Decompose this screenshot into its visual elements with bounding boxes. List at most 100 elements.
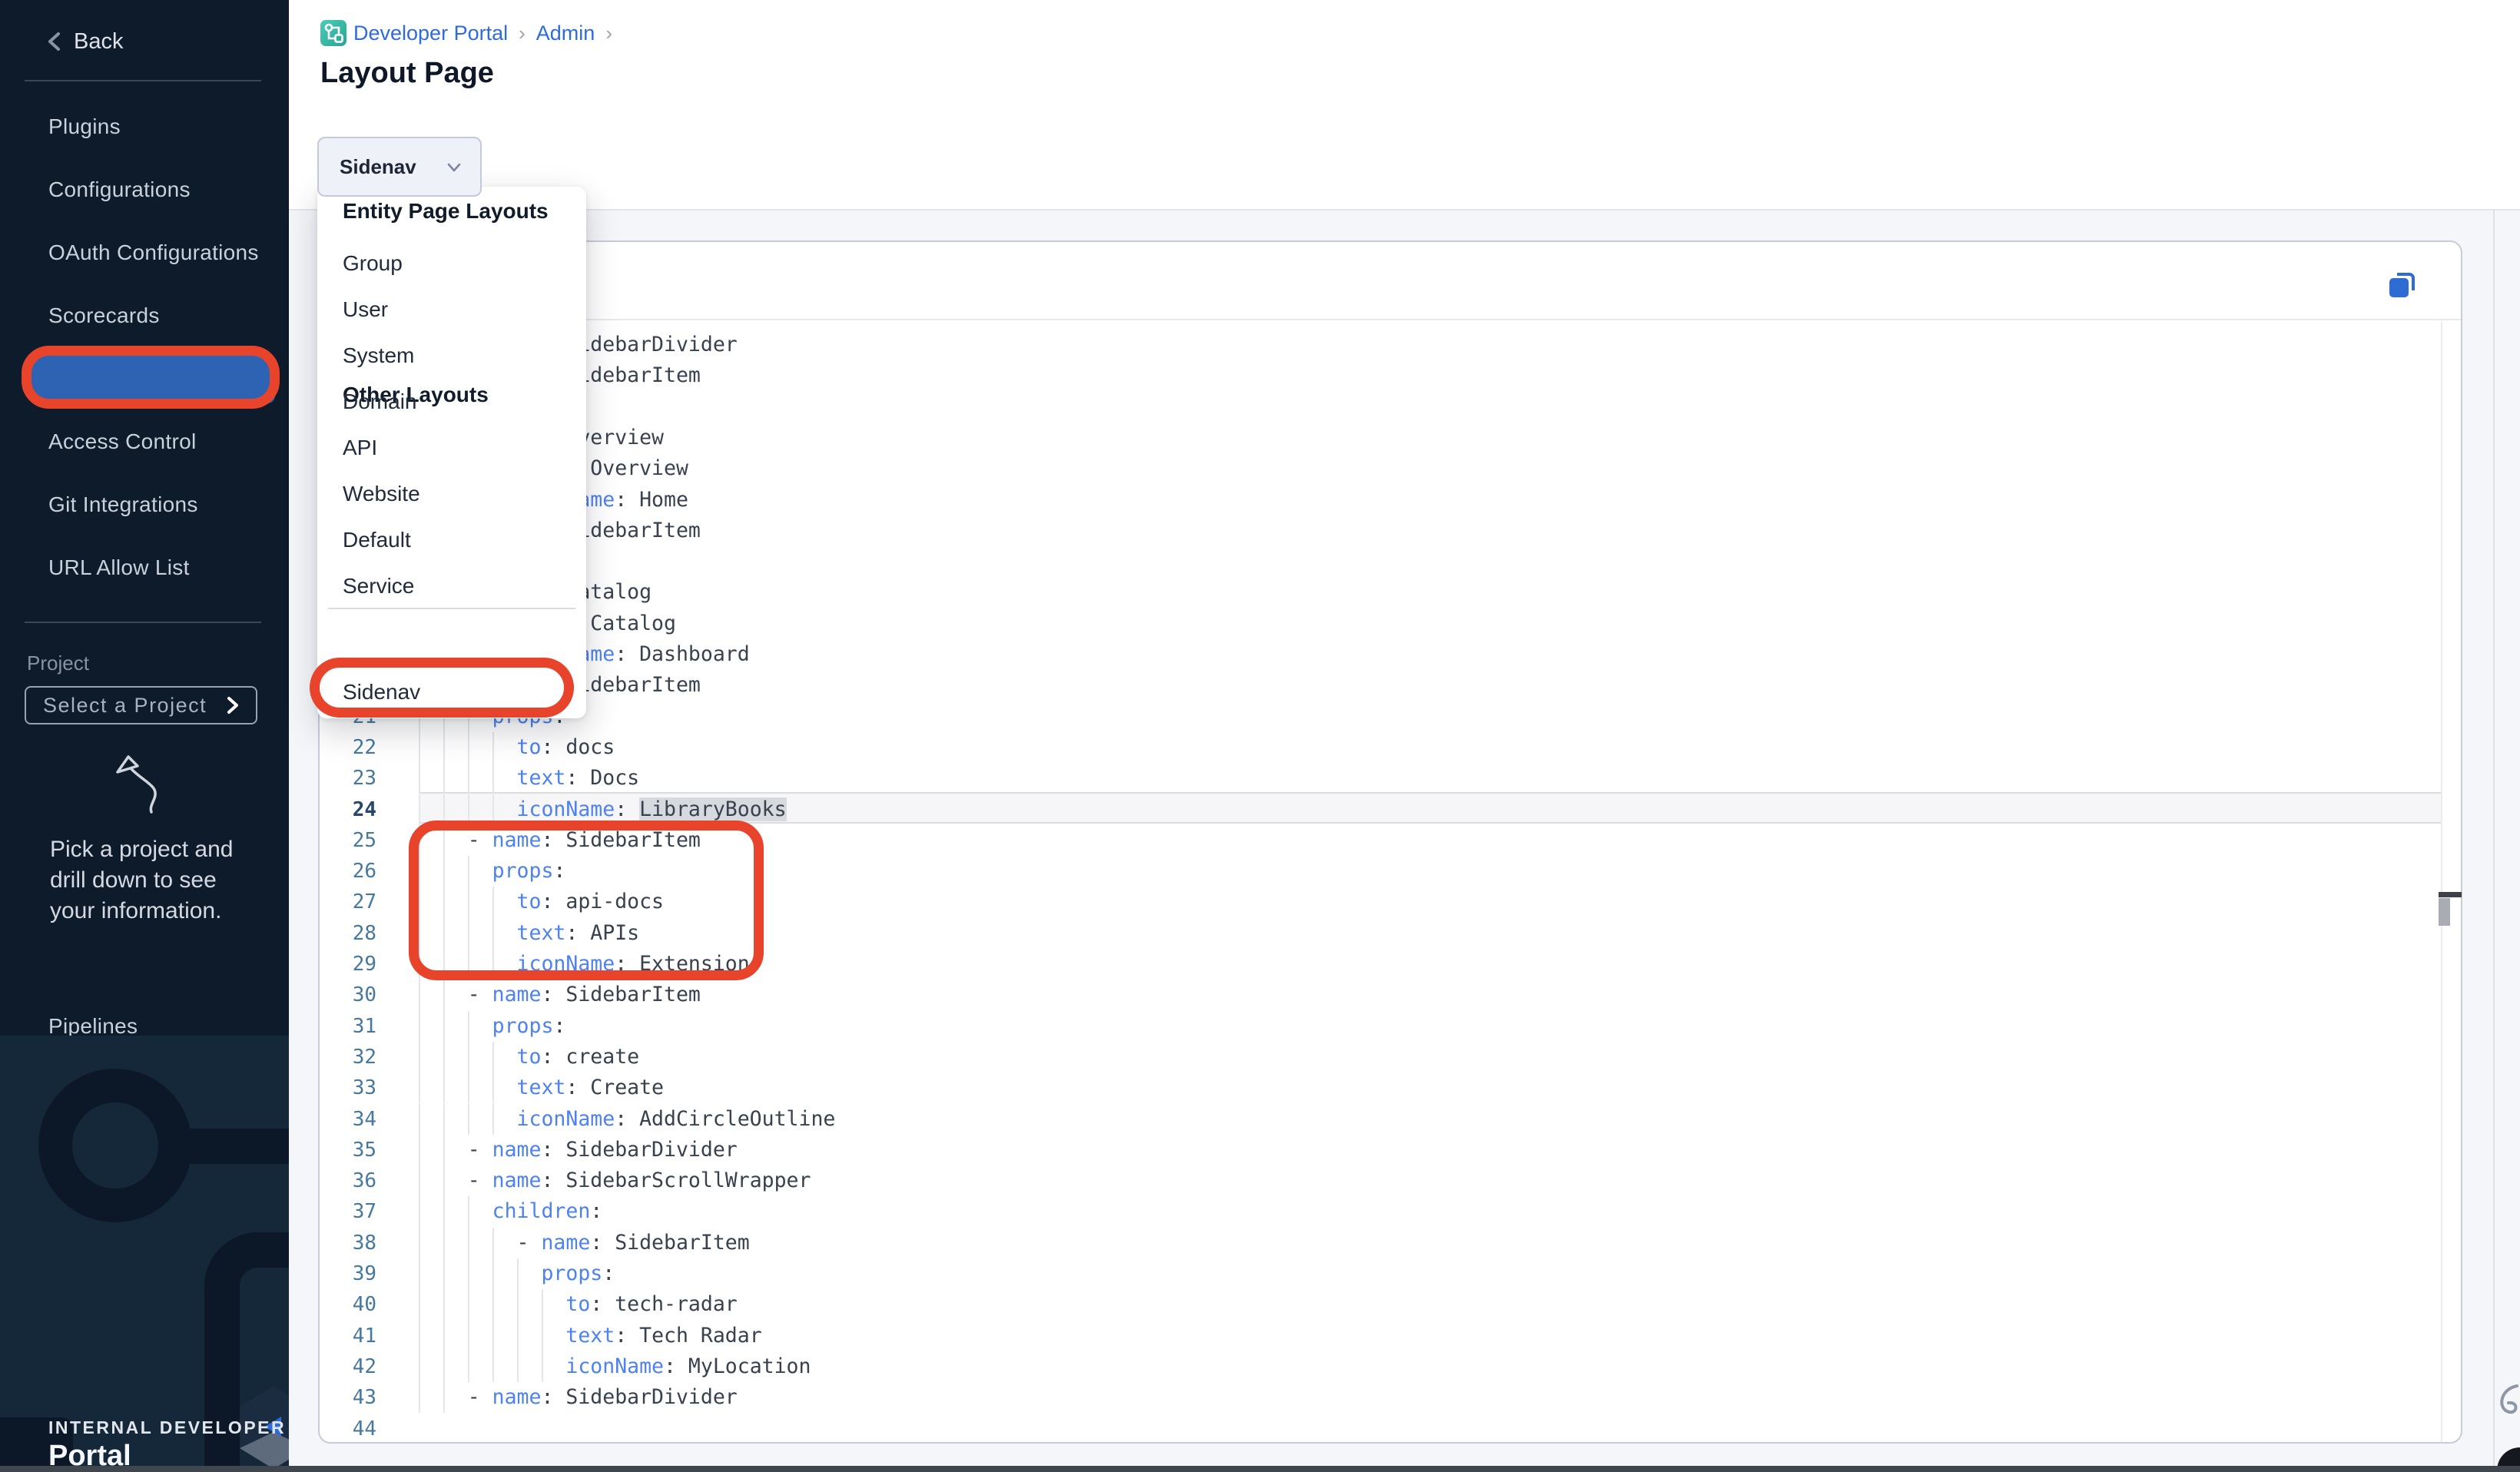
breadcrumb: Developer Portal › Admin › [353,22,612,45]
back-button[interactable]: Back [0,18,289,65]
code-editor[interactable]: 9 - name: SidebarDivider10 - name: Sideb… [320,322,2461,1442]
code-line-11[interactable]: 11 props: [320,392,2461,423]
sidebar-item-url-allow-list[interactable]: URL Allow List [0,551,289,585]
line-number: 24 [320,794,376,825]
page-title: Layout Page [320,57,494,90]
dropdown-item-api[interactable]: API [317,426,586,469]
code-line-38[interactable]: 38 - name: SidebarItem [320,1228,2461,1258]
layout-select-value: Sidenav [340,155,416,179]
code-line-text: iconName: Extension [394,949,750,980]
code-line-42[interactable]: 42 iconName: MyLocation [320,1351,2461,1382]
code-line-10[interactable]: 10 - name: SidebarItem [320,360,2461,391]
code-line-23[interactable]: 23 text: Docs [320,763,2461,794]
sidebar-item-git-integrations[interactable]: Git Integrations [0,488,289,522]
dropdown-item-default[interactable]: Default [317,519,586,562]
line-number: 40 [320,1289,376,1320]
code-line-36[interactable]: 36 - name: SidebarScrollWrapper [320,1165,2461,1196]
code-line-27[interactable]: 27 to: api-docs [320,887,2461,917]
code-line-35[interactable]: 35 - name: SidebarDivider [320,1135,2461,1165]
code-line-22[interactable]: 22 to: docs [320,732,2461,763]
code-line-15[interactable]: 15 - name: SidebarItem [320,516,2461,546]
code-line-37[interactable]: 37 children: [320,1196,2461,1227]
code-line-34[interactable]: 34 iconName: AddCircleOutline [320,1104,2461,1135]
dropdown-item-sidenav[interactable]: Sidenav [317,671,586,714]
code-line-41[interactable]: 41 text: Tech Radar [320,1321,2461,1351]
sidebar-decoration: INTERNAL DEVELOPER Portal [0,1036,289,1472]
code-line-text: to: api-docs [394,887,664,917]
editor-scrollbar-thumb[interactable] [2439,898,2450,926]
code-line-26[interactable]: 26 props: [320,856,2461,887]
line-number: 37 [320,1196,376,1227]
sidebar-item-access-control[interactable]: Access Control [0,425,289,459]
code-line-text: props: [394,856,565,887]
line-number: 31 [320,1011,376,1042]
dropdown-item-service[interactable]: Service [317,565,586,608]
dropdown-item-domain[interactable]: Domain [317,380,586,423]
code-line-21[interactable]: 21 props: [320,701,2461,732]
code-line-text: - name: SidebarItem [394,980,701,1010]
sidebar-item-configurations[interactable]: Configurations [0,173,289,207]
window-bottom-edge [0,1466,2520,1472]
breadcrumb-section[interactable]: Admin [536,22,595,45]
code-line-text: iconName: MyLocation [394,1351,811,1382]
project-section-label: Project [27,651,89,675]
code-line-14[interactable]: 14 iconName: Home [320,485,2461,516]
code-line-29[interactable]: 29 iconName: Extension [320,949,2461,980]
sidebar-item-scorecards[interactable]: Scorecards [0,299,289,333]
code-line-33[interactable]: 33 text: Create [320,1073,2461,1103]
breadcrumb-app[interactable]: Developer Portal [353,22,508,45]
sidebar-item-oauth-configurations[interactable]: OAuth Configurations [0,236,289,270]
copy-icon[interactable] [2385,268,2419,302]
code-line-43[interactable]: 43 - name: SidebarDivider [320,1382,2461,1413]
code-line-9[interactable]: 9 - name: SidebarDivider [320,330,2461,360]
line-number: 44 [320,1414,376,1443]
code-line-text: to: create [394,1042,639,1073]
layout-select-trigger[interactable]: Sidenav [317,137,482,197]
dropdown-item-group[interactable]: Group [317,242,586,285]
code-line-31[interactable]: 31 props: [320,1011,2461,1042]
line-number: 43 [320,1382,376,1413]
code-line-text: props: [394,1258,615,1289]
line-number: 42 [320,1351,376,1382]
code-line-text: text: Docs [394,763,639,794]
developer-portal-logo-icon [320,20,346,46]
code-line-text: to: docs [394,732,615,763]
project-hint-text: Pick a project and drill down to see you… [50,834,233,927]
code-line-40[interactable]: 40 to: tech-radar [320,1289,2461,1320]
editor-toolbar [320,242,2461,320]
code-line-28[interactable]: 28 text: APIs [320,918,2461,949]
code-line-text: - name: SidebarItem [394,1228,750,1258]
sidebar: Back Plugins Configurations OAuth Configur… [0,0,289,1472]
code-line-18[interactable]: 18 text: Catalog [320,608,2461,639]
code-line-text: text: APIs [394,918,639,949]
code-line-text: children: [394,1196,602,1227]
select-project-button[interactable]: Select a Project [25,686,257,724]
code-line-text: - name: SidebarDivider [394,1382,738,1413]
line-number: 28 [320,918,376,949]
line-number: 27 [320,887,376,917]
code-line-12[interactable]: 12 to: overview [320,423,2461,453]
dropdown-item-website[interactable]: Website [317,472,586,516]
code-line-30[interactable]: 30 - name: SidebarItem [320,980,2461,1010]
code-line-39[interactable]: 39 props: [320,1258,2461,1289]
sidebar-item-plugins[interactable]: Plugins [0,110,289,144]
code-line-25[interactable]: 25 - name: SidebarItem [320,825,2461,856]
dropdown-group-entity: Entity Page Layouts [343,199,549,224]
code-line-32[interactable]: 32 to: create [320,1042,2461,1073]
code-line-16[interactable]: 16 props: [320,546,2461,577]
code-line-24[interactable]: 24 iconName: LibraryBooks [320,794,2461,825]
code-line-19[interactable]: 19 iconName: Dashboard [320,639,2461,670]
line-number: 39 [320,1258,376,1289]
hand-drawn-arrow-icon [111,749,177,818]
dropdown-item-system[interactable]: System [317,334,586,377]
sidebar-divider [25,80,261,81]
dropdown-item-user[interactable]: User [317,288,586,331]
code-line-text: iconName: LibraryBooks [394,794,787,825]
code-line-13[interactable]: 13 text: Overview [320,453,2461,484]
line-number: 25 [320,825,376,856]
brand-small: INTERNAL DEVELOPER [48,1417,286,1438]
dropdown-divider [328,608,575,609]
code-line-44[interactable]: 44 [320,1414,2461,1443]
code-line-17[interactable]: 17 to: catalog [320,577,2461,608]
code-line-20[interactable]: 20 - name: SidebarItem [320,670,2461,701]
